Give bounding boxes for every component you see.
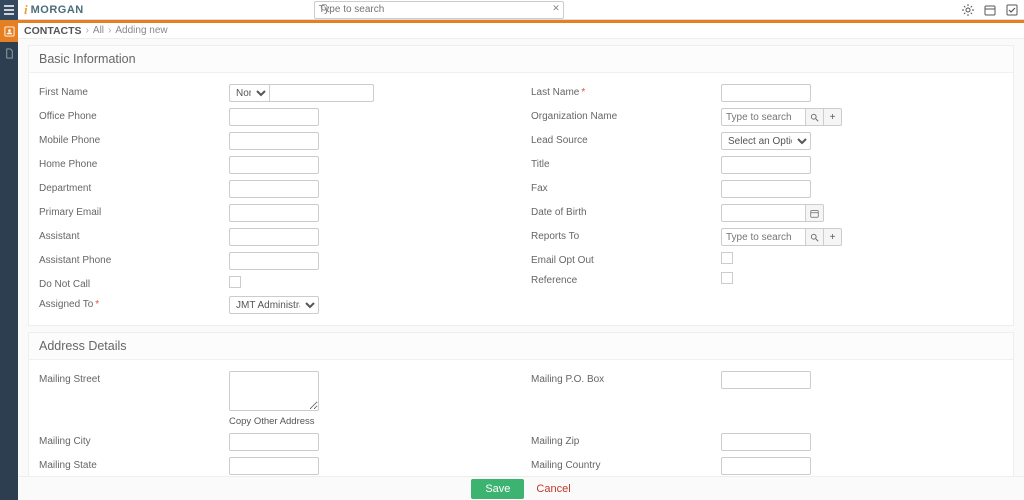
- mailing-state-input[interactable]: [229, 457, 319, 475]
- topbar-actions: [962, 4, 1018, 16]
- office-phone-label: Office Phone: [29, 108, 229, 122]
- basic-info-title: Basic Information: [29, 46, 1013, 73]
- home-phone-input[interactable]: [229, 156, 319, 174]
- reports-to-input[interactable]: [721, 228, 806, 246]
- mobile-phone-input[interactable]: [229, 132, 319, 150]
- global-search: ✕: [314, 1, 564, 19]
- mailing-street-input[interactable]: [229, 371, 319, 411]
- primary-email-label: Primary Email: [29, 204, 229, 218]
- org-search-button[interactable]: [806, 108, 824, 126]
- last-name-label: Last Name*: [521, 84, 721, 98]
- breadcrumb-module[interactable]: CONTACTS: [24, 25, 82, 37]
- assistant-phone-input[interactable]: [229, 252, 319, 270]
- reports-to-label: Reports To: [521, 228, 721, 242]
- calendar-icon[interactable]: [984, 4, 996, 16]
- email-opt-out-checkbox[interactable]: [721, 252, 733, 264]
- dob-input[interactable]: [721, 204, 806, 222]
- fax-label: Fax: [521, 180, 721, 194]
- mailing-street-label: Mailing Street: [29, 371, 229, 385]
- mailing-zip-label: Mailing Zip: [521, 433, 721, 447]
- department-label: Department: [29, 180, 229, 194]
- logo-prefix: i: [24, 2, 28, 18]
- topbar: i MORGAN ✕: [18, 0, 1024, 20]
- do-not-call-label: Do Not Call: [29, 276, 229, 290]
- dob-calendar-button[interactable]: [806, 204, 824, 222]
- copy-other-address-link[interactable]: Copy Other Address: [229, 416, 315, 427]
- chevron-right-icon: ›: [86, 25, 89, 36]
- primary-email-input[interactable]: [229, 204, 319, 222]
- reports-to-add-button[interactable]: +: [824, 228, 842, 246]
- content: Basic Information First Name None Office…: [18, 39, 1024, 500]
- reference-label: Reference: [521, 272, 721, 286]
- main: i MORGAN ✕: [18, 0, 1024, 500]
- chevron-right-icon: ›: [108, 25, 111, 36]
- sidebar: [0, 0, 18, 500]
- logo: i MORGAN: [24, 2, 84, 18]
- email-opt-out-label: Email Opt Out: [521, 252, 721, 266]
- org-name-input[interactable]: [721, 108, 806, 126]
- assistant-input[interactable]: [229, 228, 319, 246]
- cancel-button[interactable]: Cancel: [536, 483, 570, 495]
- sidebar-item-documents[interactable]: [0, 42, 18, 64]
- assigned-to-select[interactable]: JMT Administrator: [229, 296, 319, 314]
- lead-source-select[interactable]: Select an Option: [721, 132, 811, 150]
- title-label: Title: [521, 156, 721, 170]
- address-block: Address Details Mailing Street Copy Othe…: [28, 332, 1014, 487]
- assigned-to-label: Assigned To*: [29, 296, 229, 310]
- org-add-button[interactable]: +: [824, 108, 842, 126]
- salutation-select[interactable]: None: [229, 84, 269, 102]
- last-name-input[interactable]: [721, 84, 811, 102]
- address-title: Address Details: [29, 333, 1013, 360]
- menu-toggle[interactable]: [0, 0, 18, 20]
- mailing-po-label: Mailing P.O. Box: [521, 371, 721, 385]
- basic-info-block: Basic Information First Name None Office…: [28, 45, 1014, 326]
- task-icon[interactable]: [1006, 4, 1018, 16]
- search-icon: [320, 3, 330, 13]
- gear-icon[interactable]: [962, 4, 974, 16]
- mailing-city-label: Mailing City: [29, 433, 229, 447]
- fax-input[interactable]: [721, 180, 811, 198]
- first-name-label: First Name: [29, 84, 229, 98]
- mailing-country-input[interactable]: [721, 457, 811, 475]
- reference-checkbox[interactable]: [721, 272, 733, 284]
- lead-source-label: Lead Source: [521, 132, 721, 146]
- mailing-country-label: Mailing Country: [521, 457, 721, 471]
- title-input[interactable]: [721, 156, 811, 174]
- home-phone-label: Home Phone: [29, 156, 229, 170]
- mailing-state-label: Mailing State: [29, 457, 229, 471]
- first-name-input[interactable]: [269, 84, 374, 102]
- clear-icon[interactable]: ✕: [552, 3, 560, 14]
- mailing-zip-input[interactable]: [721, 433, 811, 451]
- app-root: i MORGAN ✕: [0, 0, 1024, 500]
- do-not-call-checkbox[interactable]: [229, 276, 241, 288]
- mailing-city-input[interactable]: [229, 433, 319, 451]
- assistant-label: Assistant: [29, 228, 229, 242]
- save-button[interactable]: Save: [471, 479, 524, 499]
- breadcrumb: CONTACTS › All › Adding new: [18, 23, 1024, 39]
- sidebar-item-contacts[interactable]: [0, 20, 18, 42]
- assistant-phone-label: Assistant Phone: [29, 252, 229, 266]
- department-input[interactable]: [229, 180, 319, 198]
- org-name-label: Organization Name: [521, 108, 721, 122]
- mailing-po-input[interactable]: [721, 371, 811, 389]
- form-footer: Save Cancel: [18, 476, 1024, 500]
- reports-to-search-button[interactable]: [806, 228, 824, 246]
- mobile-phone-label: Mobile Phone: [29, 132, 229, 146]
- logo-text: MORGAN: [31, 4, 84, 16]
- office-phone-input[interactable]: [229, 108, 319, 126]
- dob-label: Date of Birth: [521, 204, 721, 218]
- search-input[interactable]: [314, 1, 564, 19]
- breadcrumb-level1[interactable]: All: [93, 25, 104, 36]
- breadcrumb-level2: Adding new: [115, 25, 167, 36]
